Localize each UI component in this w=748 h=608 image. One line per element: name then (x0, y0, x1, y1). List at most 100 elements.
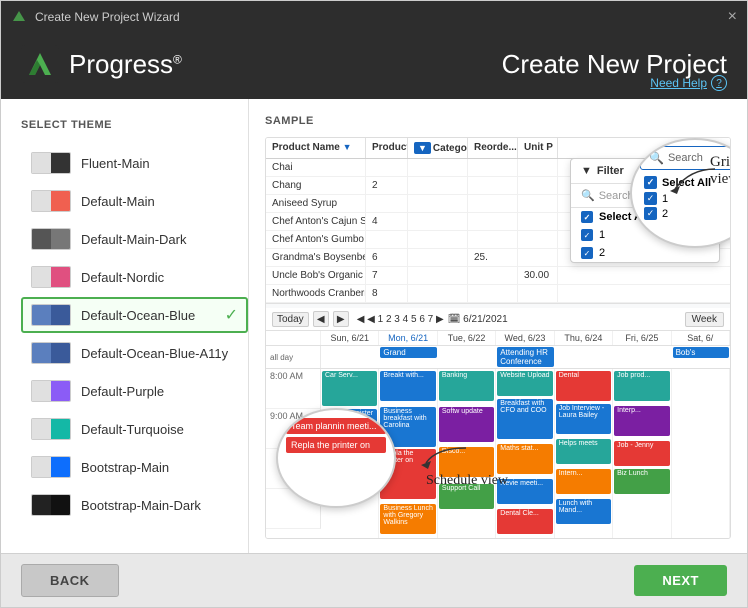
grid-cell (468, 177, 518, 194)
filter-button[interactable]: ▼ (414, 142, 431, 154)
filter-checkbox-2[interactable]: ✓ (581, 247, 593, 259)
swatch-right (51, 457, 70, 477)
grid-cell (366, 195, 408, 212)
schedule-col-sat (672, 369, 730, 539)
grid-cell: Northwoods Cranberry Sauce (266, 285, 366, 302)
swatch-right (51, 153, 70, 173)
event-support-call: Support Call (439, 484, 494, 509)
grid-cell: 7 (366, 267, 408, 284)
select-all-checkbox[interactable]: ✓ (581, 211, 593, 223)
theme-item-fluent-main[interactable]: Fluent-Main (21, 145, 248, 181)
event-job-jenny: Job - Jenny (614, 441, 669, 466)
mag-search-box: 🔍 Search (640, 146, 731, 170)
swatch-right (51, 343, 70, 363)
theme-swatch-default-nordic (31, 266, 71, 288)
schedule-toolbar: Today ◀ ▶ ◀ ◀ 1 2 3 4 5 6 7 ▶ 🗓 6/21/202… (266, 308, 730, 331)
table-row: Uncle Bob's Organic Dried Pears730.00 (266, 267, 730, 285)
schedule-col-fri: Job prod... Interp... Job - Jenny Biz Lu… (613, 369, 671, 539)
theme-name-default-turquoise: Default-Turquoise (81, 422, 184, 437)
theme-swatch-default-main-dark (31, 228, 71, 250)
grid-cell (468, 231, 518, 248)
grid-cell (518, 213, 558, 230)
prev-button[interactable]: ◀ (313, 311, 329, 327)
grid-cell: Chef Anton's Cajun Seasoning (266, 213, 366, 230)
theme-item-default-ocean-blue[interactable]: Default-Ocean-Blue✓ (21, 297, 248, 333)
theme-item-default-main-dark[interactable]: Default-Main-Dark (21, 221, 248, 257)
theme-item-default-ocean-blue-a11y[interactable]: Default-Ocean-Blue-A11y (21, 335, 248, 371)
grid-cell (408, 267, 468, 284)
event-maths-stat: Maths stat... (497, 444, 552, 474)
allday-event-grand: Grand (380, 347, 436, 358)
swatch-left (32, 305, 51, 325)
swatch-left (32, 495, 51, 515)
grid-cell (408, 285, 468, 302)
theme-name-default-main: Default-Main (81, 194, 155, 209)
week-button[interactable]: Week (685, 312, 724, 327)
event-dental-thu: Dental (556, 371, 611, 401)
event-dental: Dental Cle... (497, 509, 552, 534)
theme-item-default-purple[interactable]: Default-Purple (21, 373, 248, 409)
schedule-col-thu: Dental Job Interview - Laura Bailey Help… (555, 369, 613, 539)
swatch-right (51, 305, 70, 325)
sidebar-section-title: SELECT THEME (21, 119, 248, 131)
theme-item-default-nordic[interactable]: Default-Nordic (21, 259, 248, 295)
theme-item-bootstrap-main[interactable]: Bootstrap-Main (21, 449, 248, 485)
grid-cell (408, 231, 468, 248)
preview-panel: SAMPLE Product Name ▼ Product... ▼ ▼ (249, 99, 747, 553)
grid-cell: Chai (266, 159, 366, 176)
swatch-left (32, 457, 51, 477)
event-business-lunch-mon: Business Lunch with Gregory Walkins (380, 504, 435, 534)
event-breakfast-cfo: Breakfast with CFO and COO (497, 399, 552, 439)
time-slot-8am: 8:00 AM (266, 369, 321, 409)
schedule-day-wed: Wed, 6/23 (496, 331, 554, 345)
grid-cell (408, 177, 468, 194)
theme-swatch-default-purple (31, 380, 71, 402)
theme-name-default-purple: Default-Purple (81, 384, 164, 399)
grid-cell (468, 213, 518, 230)
back-button[interactable]: BACK (21, 564, 119, 597)
event-job-prod: Job prod... (614, 371, 669, 401)
schedule-empty-header (266, 331, 321, 345)
theme-name-default-ocean-blue: Default-Ocean-Blue (81, 308, 195, 323)
grid-cell: Grandma's Boysenberry Spread (266, 249, 366, 266)
theme-item-default-main[interactable]: Default-Main (21, 183, 248, 219)
grid-cell (518, 231, 558, 248)
theme-swatch-default-turquoise (31, 418, 71, 440)
help-circle-icon: ? (711, 75, 727, 91)
grid-cell (518, 249, 558, 266)
next-button[interactable]: ▶ (333, 311, 349, 327)
grid-cell (468, 285, 518, 302)
event-intern: Intern... (556, 469, 611, 494)
content-area: SELECT THEME Fluent-Main Default-Main Defa… (1, 99, 747, 553)
event-interp: Interp... (614, 406, 669, 436)
event-car-serv: Car Serv... (322, 371, 377, 406)
schedule-day-thu: Thu, 6/24 (555, 331, 613, 345)
mag-check-2: ✓ (644, 207, 657, 220)
close-button[interactable]: × (728, 9, 737, 25)
grid-cell (408, 195, 468, 212)
theme-item-default-turquoise[interactable]: Default-Turquoise (21, 411, 248, 447)
allday-row: all day Grand Attending HR Conference Bo… (266, 346, 730, 369)
grid-cell: Uncle Bob's Organic Dried Pears (266, 267, 366, 284)
filter-checkbox-1[interactable]: ✓ (581, 229, 593, 241)
theme-item-bootstrap-main-dark[interactable]: Bootstrap-Main-Dark (21, 487, 248, 523)
mag-check-1: ✓ (644, 192, 657, 205)
theme-name-fluent-main: Fluent-Main (81, 156, 150, 171)
progress-logo-icon (21, 45, 59, 83)
title-bar-text: Create New Project Wizard (35, 10, 180, 24)
grid-col-category: ▼ Category ▼ (408, 138, 468, 158)
today-button[interactable]: Today (272, 312, 309, 327)
allday-event-bobs: Bob's (673, 347, 729, 358)
event-soft-update: Softw update (439, 407, 494, 442)
theme-swatch-bootstrap-main-dark (31, 494, 71, 516)
next-button[interactable]: NEXT (634, 565, 727, 596)
event-review-meeting: Revie meeti... (497, 479, 552, 504)
logo-text: Progress® (69, 49, 182, 80)
help-link[interactable]: Need Help ? (650, 75, 727, 91)
grid-cell (518, 159, 558, 176)
event-helps-meets: Helps meets (556, 439, 611, 464)
grid-cell (366, 159, 408, 176)
table-row: Northwoods Cranberry Sauce8 (266, 285, 730, 303)
grid-cell: Aniseed Syrup (266, 195, 366, 212)
event-lunch-thu: Lunch with Mand... (556, 499, 611, 524)
